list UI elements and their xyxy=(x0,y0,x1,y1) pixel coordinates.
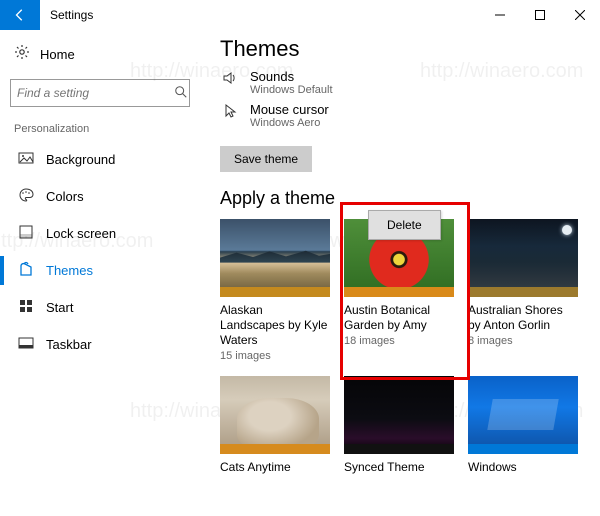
theme-title: Australian Shores by Anton Gorlin xyxy=(468,303,578,333)
content-area: Themes Sounds Windows Default Mouse curs… xyxy=(200,30,600,516)
theme-thumbnail xyxy=(220,219,330,297)
search-icon xyxy=(174,85,188,102)
theme-thumbnail xyxy=(344,376,454,454)
lockscreen-icon xyxy=(18,224,34,243)
theme-card[interactable]: Windows xyxy=(468,376,578,475)
theme-thumbnail xyxy=(468,376,578,454)
speaker-icon xyxy=(220,69,240,91)
theme-card[interactable]: Cats Anytime xyxy=(220,376,330,475)
gear-icon xyxy=(14,44,30,65)
nav-label: Colors xyxy=(46,189,84,204)
theme-subtitle: 8 images xyxy=(468,335,578,347)
theme-title: Cats Anytime xyxy=(220,460,330,475)
taskbar-icon xyxy=(18,335,34,354)
picture-icon xyxy=(18,150,34,169)
theme-title: Windows xyxy=(468,460,578,475)
nav-label: Start xyxy=(46,300,73,315)
themes-icon xyxy=(18,261,34,280)
theme-title: Synced Theme xyxy=(344,460,454,475)
nav-label: Lock screen xyxy=(46,226,116,241)
nav-label: Background xyxy=(46,152,115,167)
theme-card[interactable]: Alaskan Landscapes by Kyle Waters 15 imag… xyxy=(220,219,330,362)
theme-card[interactable]: Australian Shores by Anton Gorlin 8 image… xyxy=(468,219,578,362)
theme-thumbnail xyxy=(220,376,330,454)
page-heading: Themes xyxy=(220,36,590,62)
search-box[interactable] xyxy=(10,79,190,107)
sidebar-item-start[interactable]: Start xyxy=(10,289,192,326)
theme-card[interactable]: Synced Theme xyxy=(344,376,454,475)
theme-card[interactable]: Austin Botanical Garden by Amy 18 images xyxy=(344,219,454,362)
theme-title: Austin Botanical Garden by Amy xyxy=(344,303,454,333)
maximize-button[interactable] xyxy=(520,0,560,30)
home-label: Home xyxy=(40,47,75,62)
section-label: Personalization xyxy=(10,119,200,141)
palette-icon xyxy=(18,187,34,206)
theme-title: Alaskan Landscapes by Kyle Waters xyxy=(220,303,330,348)
save-theme-button[interactable]: Save theme xyxy=(220,146,312,172)
sidebar-item-background[interactable]: Background xyxy=(10,141,192,178)
sounds-label: Sounds xyxy=(250,69,333,84)
home-button[interactable]: Home xyxy=(10,38,200,71)
sounds-value: Windows Default xyxy=(250,84,333,96)
start-icon xyxy=(18,298,34,317)
sidebar-item-themes[interactable]: Themes xyxy=(10,252,192,289)
cursor-label: Mouse cursor xyxy=(250,102,329,117)
sidebar-item-taskbar[interactable]: Taskbar xyxy=(10,326,192,363)
close-button[interactable] xyxy=(560,0,600,30)
window-controls xyxy=(480,0,600,30)
minimize-button[interactable] xyxy=(480,0,520,30)
theme-grid: Alaskan Landscapes by Kyle Waters 15 imag… xyxy=(220,219,590,475)
sidebar-item-lockscreen[interactable]: Lock screen xyxy=(10,215,192,252)
theme-subtitle: 15 images xyxy=(220,350,330,362)
theme-thumbnail xyxy=(468,219,578,297)
delete-context-button[interactable]: Delete xyxy=(368,210,441,240)
search-input[interactable] xyxy=(17,86,174,100)
nav-label: Themes xyxy=(46,263,93,278)
apply-theme-heading: Apply a theme xyxy=(220,188,590,209)
setting-cursor[interactable]: Mouse cursor Windows Aero xyxy=(220,99,590,132)
setting-sounds[interactable]: Sounds Windows Default xyxy=(220,66,590,99)
sidebar: Home Personalization Background Colors L… xyxy=(0,30,200,516)
cursor-icon xyxy=(220,102,240,124)
cursor-value: Windows Aero xyxy=(250,117,329,129)
window-title: Settings xyxy=(40,8,480,22)
nav-label: Taskbar xyxy=(46,337,92,352)
titlebar: Settings xyxy=(0,0,600,30)
back-button[interactable] xyxy=(0,0,40,30)
sidebar-item-colors[interactable]: Colors xyxy=(10,178,192,215)
theme-subtitle: 18 images xyxy=(344,335,454,347)
